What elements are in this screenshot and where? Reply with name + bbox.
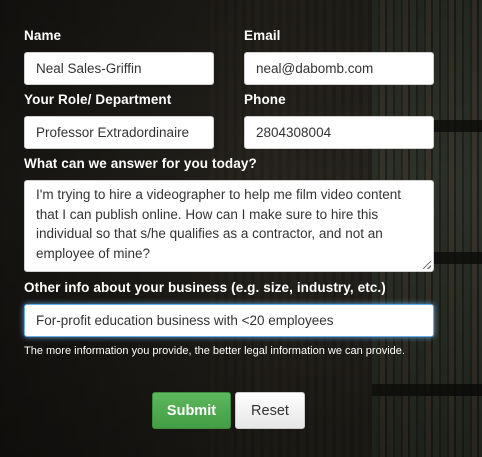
question-textarea[interactable]: I'm trying to hire a videographer to hel… — [24, 180, 434, 272]
email-label: Email — [244, 28, 281, 43]
phone-label: Phone — [244, 92, 286, 107]
other-info-field[interactable]: For-profit education business with <20 e… — [24, 304, 434, 337]
role-field[interactable]: Professor Extradordinaire — [24, 116, 214, 149]
question-text: I'm trying to hire a videographer to hel… — [36, 187, 402, 261]
phone-field[interactable]: 2804308004 — [244, 116, 434, 149]
reset-button[interactable]: Reset — [235, 392, 305, 429]
email-field[interactable]: neal@dabomb.com — [244, 52, 434, 85]
name-label: Name — [24, 28, 62, 43]
resize-grip-icon[interactable] — [423, 261, 431, 269]
help-text: The more information you provide, the be… — [24, 345, 405, 357]
other-info-label: Other info about your business (e.g. siz… — [24, 280, 386, 295]
role-label: Your Role/ Department — [24, 92, 172, 107]
name-field[interactable]: Neal Sales-Griffin — [24, 52, 214, 85]
submit-button[interactable]: Submit — [152, 392, 231, 429]
question-label: What can we answer for you today? — [24, 156, 257, 171]
